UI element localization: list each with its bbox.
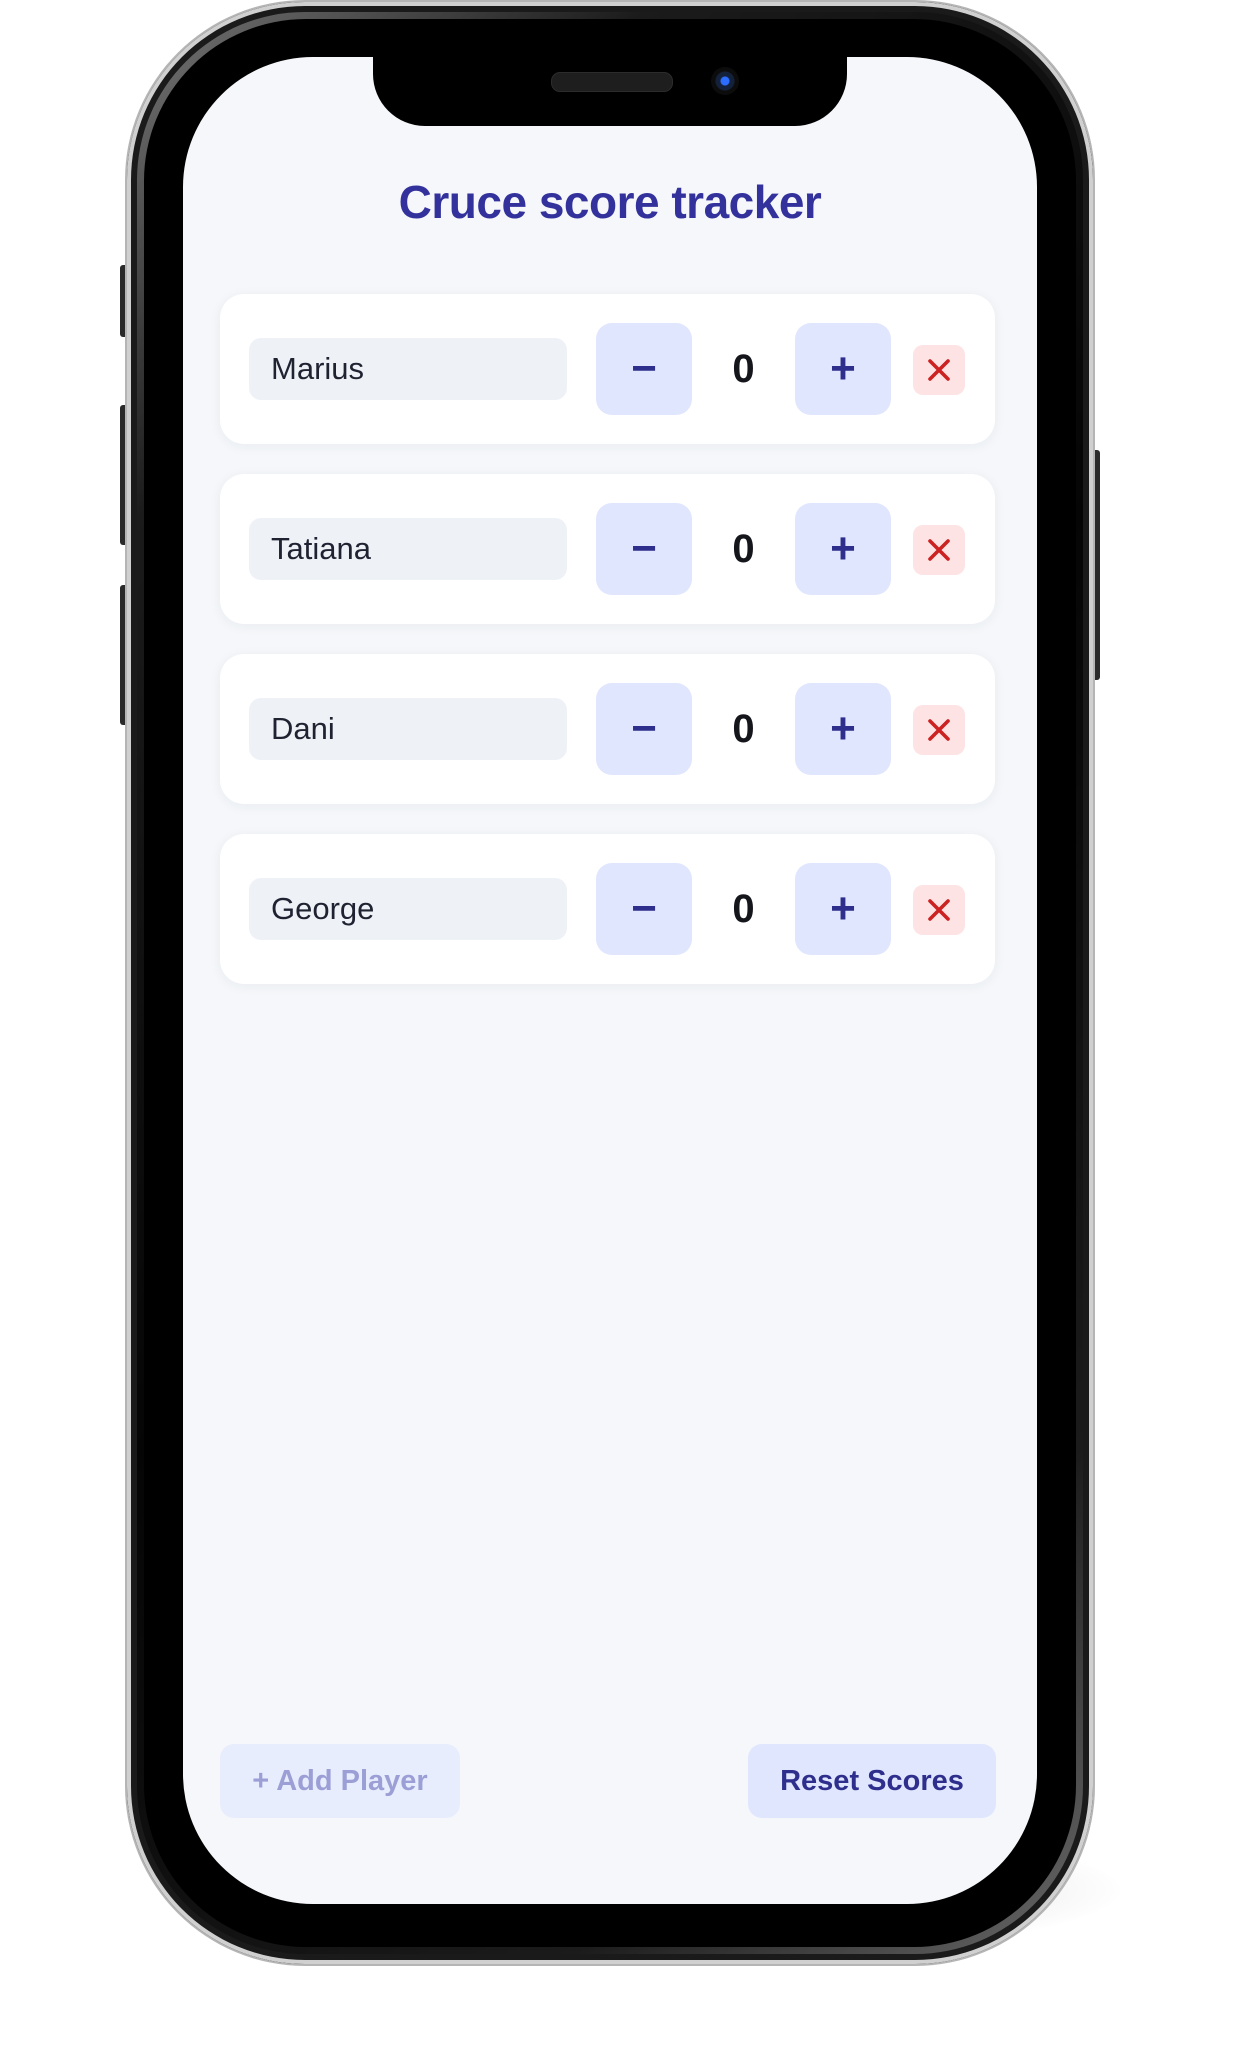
remove-player-button[interactable] <box>913 885 965 935</box>
minus-icon: − <box>631 884 657 933</box>
player-name-input[interactable] <box>249 878 567 940</box>
player-card: − 0 + <box>220 474 995 624</box>
player-card: − 0 + <box>220 654 995 804</box>
add-player-button[interactable]: + Add Player <box>220 1744 460 1818</box>
player-card: − 0 + <box>220 294 995 444</box>
decrement-score-button[interactable]: − <box>596 323 692 415</box>
minus-icon: − <box>631 344 657 393</box>
increment-score-button[interactable]: + <box>795 503 891 595</box>
player-score: 0 <box>732 886 755 931</box>
decrement-score-button[interactable]: − <box>596 863 692 955</box>
player-card: − 0 + <box>220 834 995 984</box>
player-score: 0 <box>732 706 755 751</box>
player-score: 0 <box>732 526 755 571</box>
app-screen: Cruce score tracker − 0 + − 0 + − 0 <box>183 57 1037 1904</box>
decrement-score-button[interactable]: − <box>596 503 692 595</box>
increment-score-button[interactable]: + <box>795 863 891 955</box>
player-name-input[interactable] <box>249 698 567 760</box>
speaker-grille <box>551 72 673 92</box>
power-button <box>1092 450 1100 680</box>
close-icon <box>928 719 950 741</box>
remove-player-button[interactable] <box>913 345 965 395</box>
plus-icon: + <box>830 344 856 393</box>
player-name-input[interactable] <box>249 338 567 400</box>
player-list: − 0 + − 0 + − 0 + <box>220 294 995 1014</box>
plus-icon: + <box>830 704 856 753</box>
remove-player-button[interactable] <box>913 525 965 575</box>
reset-scores-button[interactable]: Reset Scores <box>748 1744 996 1818</box>
decrement-score-button[interactable]: − <box>596 683 692 775</box>
close-icon <box>928 539 950 561</box>
page-title: Cruce score tracker <box>398 176 822 228</box>
close-icon <box>928 359 950 381</box>
player-score: 0 <box>732 346 755 391</box>
increment-score-button[interactable]: + <box>795 323 891 415</box>
close-icon <box>928 899 950 921</box>
plus-icon: + <box>830 524 856 573</box>
increment-score-button[interactable]: + <box>795 683 891 775</box>
player-name-input[interactable] <box>249 518 567 580</box>
minus-icon: − <box>631 524 657 573</box>
minus-icon: − <box>631 704 657 753</box>
remove-player-button[interactable] <box>913 705 965 755</box>
plus-icon: + <box>830 884 856 933</box>
notch <box>373 57 847 126</box>
front-camera-icon <box>711 67 739 95</box>
